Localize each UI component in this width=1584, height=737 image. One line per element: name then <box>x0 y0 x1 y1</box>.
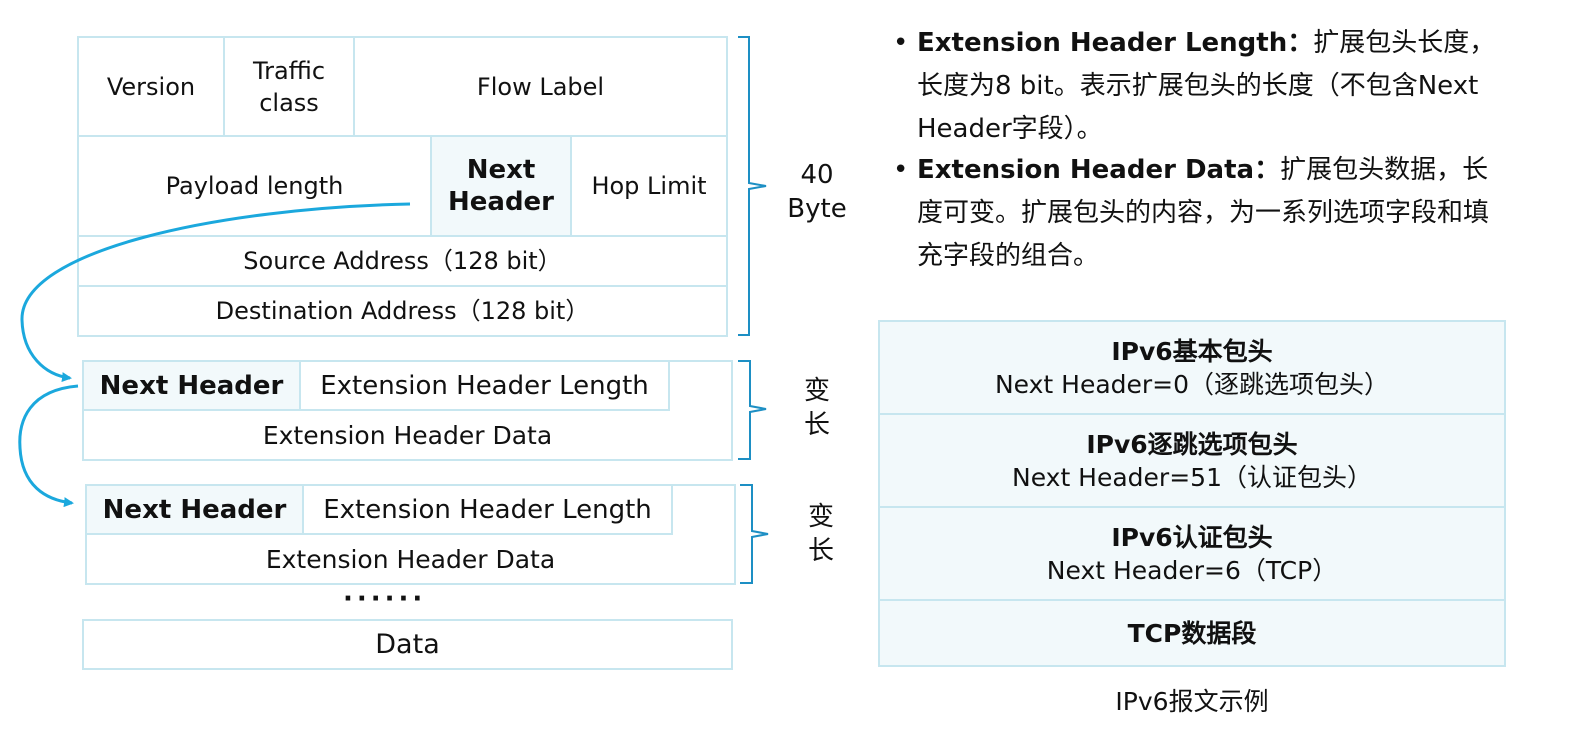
stack-auth-header: IPv6认证包头 Next Header=6（TCP） <box>878 506 1506 601</box>
ext2-brace <box>740 484 769 584</box>
bullet-2-term: Extension Header Data： <box>917 155 1281 185</box>
bullet-ext-data: • Extension Header Data：扩展包头数据，长度可变。扩展包头的… <box>893 149 1502 278</box>
stack-auth-subtitle: Next Header=6（TCP） <box>1046 555 1338 585</box>
bullet-dot: • <box>893 155 909 185</box>
stack-hop-title: IPv6逐跳选项包头 <box>1086 429 1298 459</box>
next-header-arrow-1 <box>20 202 411 383</box>
stack-auth-title: IPv6认证包头 <box>1111 522 1273 552</box>
example-caption: IPv6报文示例 <box>878 682 1506 718</box>
stack-hop-subtitle: Next Header=51（认证包头） <box>1012 462 1372 492</box>
bullet-dot: • <box>893 28 909 58</box>
base-header-brace <box>738 36 767 336</box>
example-caption-text: IPv6报文示例 <box>1115 687 1269 716</box>
bullet-1-term: Extension Header Length： <box>917 28 1314 58</box>
stack-tcp-segment: TCP数据段 <box>878 599 1506 667</box>
stack-base-subtitle: Next Header=0（逐跳选项包头） <box>994 369 1390 399</box>
stack-base-header: IPv6基本包头 Next Header=0（逐跳选项包头） <box>878 320 1506 415</box>
stack-hop-by-hop-header: IPv6逐跳选项包头 Next Header=51（认证包头） <box>878 413 1506 508</box>
bullet-ext-length: • Extension Header Length：扩展包头长度，长度为8 bit… <box>893 22 1502 151</box>
next-header-arrow-2 <box>18 384 79 508</box>
ext1-brace <box>738 360 767 460</box>
stack-base-title: IPv6基本包头 <box>1111 336 1273 366</box>
stack-tcp-title: TCP数据段 <box>1127 618 1257 648</box>
